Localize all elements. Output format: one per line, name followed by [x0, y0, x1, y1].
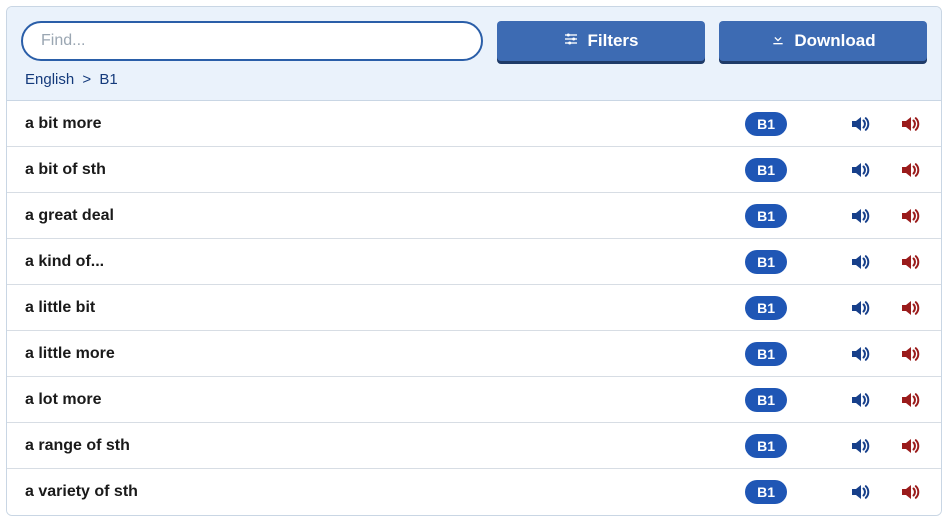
- list-item[interactable]: a bit moreB1: [7, 101, 941, 147]
- term-text: a variety of sth: [25, 483, 745, 501]
- level-badge: B1: [745, 388, 787, 412]
- list-item[interactable]: a little bitB1: [7, 285, 941, 331]
- download-icon: [770, 31, 786, 52]
- speaker-icon[interactable]: [897, 249, 923, 275]
- level-badge: B1: [745, 204, 787, 228]
- speaker-icon[interactable]: [897, 157, 923, 183]
- term-text: a lot more: [25, 391, 745, 409]
- term-text: a bit of sth: [25, 161, 745, 179]
- search-input[interactable]: [21, 21, 483, 61]
- term-text: a bit more: [25, 115, 745, 133]
- level-badge: B1: [745, 112, 787, 136]
- list-item[interactable]: a variety of sthB1: [7, 469, 941, 515]
- term-text: a little more: [25, 345, 745, 363]
- filters-button[interactable]: Filters: [497, 21, 705, 61]
- vocab-panel: Filters Download English > B1 a bit more…: [6, 6, 942, 516]
- breadcrumb: English > B1: [7, 71, 941, 101]
- speaker-icon[interactable]: [847, 111, 873, 137]
- list-item[interactable]: a little moreB1: [7, 331, 941, 377]
- term-text: a kind of...: [25, 253, 745, 271]
- speaker-icon[interactable]: [847, 479, 873, 505]
- term-text: a range of sth: [25, 437, 745, 455]
- list-item[interactable]: a lot moreB1: [7, 377, 941, 423]
- level-badge: B1: [745, 158, 787, 182]
- speaker-icon[interactable]: [847, 387, 873, 413]
- list-item[interactable]: a great dealB1: [7, 193, 941, 239]
- speaker-icon[interactable]: [897, 111, 923, 137]
- speaker-icon[interactable]: [897, 479, 923, 505]
- speaker-icon[interactable]: [897, 387, 923, 413]
- list-item[interactable]: a range of sthB1: [7, 423, 941, 469]
- list-item[interactable]: a bit of sthB1: [7, 147, 941, 193]
- sliders-icon: [563, 31, 579, 52]
- vocab-list: a bit moreB1a bit of sthB1a great dealB1…: [7, 101, 941, 515]
- speaker-icon[interactable]: [847, 249, 873, 275]
- speaker-icon[interactable]: [897, 295, 923, 321]
- level-badge: B1: [745, 250, 787, 274]
- level-badge: B1: [745, 480, 787, 504]
- term-text: a great deal: [25, 207, 745, 225]
- term-text: a little bit: [25, 299, 745, 317]
- filters-label: Filters: [587, 31, 638, 51]
- speaker-icon[interactable]: [847, 341, 873, 367]
- list-item[interactable]: a kind of...B1: [7, 239, 941, 285]
- level-badge: B1: [745, 342, 787, 366]
- breadcrumb-item-1[interactable]: B1: [99, 71, 117, 88]
- chevron-right-icon: >: [82, 71, 91, 88]
- download-button[interactable]: Download: [719, 21, 927, 61]
- level-badge: B1: [745, 434, 787, 458]
- speaker-icon[interactable]: [847, 295, 873, 321]
- speaker-icon[interactable]: [897, 341, 923, 367]
- speaker-icon[interactable]: [897, 433, 923, 459]
- toolbar: Filters Download: [7, 7, 941, 71]
- download-label: Download: [794, 31, 875, 51]
- speaker-icon[interactable]: [847, 203, 873, 229]
- speaker-icon[interactable]: [897, 203, 923, 229]
- breadcrumb-item-0[interactable]: English: [25, 71, 74, 88]
- speaker-icon[interactable]: [847, 157, 873, 183]
- level-badge: B1: [745, 296, 787, 320]
- speaker-icon[interactable]: [847, 433, 873, 459]
